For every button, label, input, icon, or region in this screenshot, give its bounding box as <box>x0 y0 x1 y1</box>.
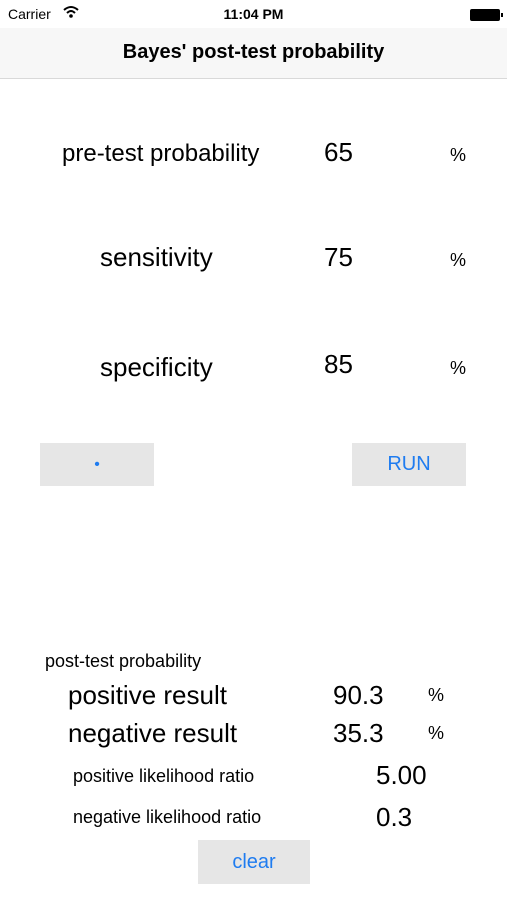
sensitivity-input[interactable]: 75 <box>318 237 428 277</box>
pretest-probability-input[interactable]: 65 <box>318 132 428 172</box>
positive-percent-label: % <box>428 685 445 705</box>
specificity-percent-label: % <box>450 358 467 378</box>
pretest-probability-label: pre-test probability <box>62 140 260 167</box>
run-button[interactable]: RUN <box>352 443 466 486</box>
negative-result-value: 35.3 <box>333 718 384 748</box>
specificity-input[interactable]: 85 <box>318 344 428 384</box>
sensitivity-label: sensitivity <box>100 242 213 272</box>
negative-likelihood-ratio-label: negative likelihood ratio <box>73 807 262 827</box>
positive-likelihood-ratio-label: positive likelihood ratio <box>73 766 255 786</box>
negative-percent-label: % <box>428 723 445 743</box>
negative-result-label: negative result <box>68 718 238 748</box>
page-title: Bayes' post-test probability <box>122 41 385 63</box>
positive-likelihood-ratio-value: 5.00 <box>376 760 427 790</box>
specificity-label: specificity <box>100 352 213 382</box>
status-time: 11:04 PM <box>223 6 284 22</box>
sensitivity-percent-label: % <box>450 250 467 270</box>
positive-result-value: 90.3 <box>333 680 384 710</box>
battery-icon <box>470 9 503 21</box>
post-test-probability-heading: post-test probability <box>45 651 202 671</box>
clear-button[interactable]: clear <box>198 840 310 884</box>
dot-button[interactable]: • <box>40 443 154 486</box>
pretest-percent-label: % <box>450 145 467 165</box>
negative-likelihood-ratio-value: 0.3 <box>376 802 413 832</box>
positive-result-label: positive result <box>68 680 227 710</box>
